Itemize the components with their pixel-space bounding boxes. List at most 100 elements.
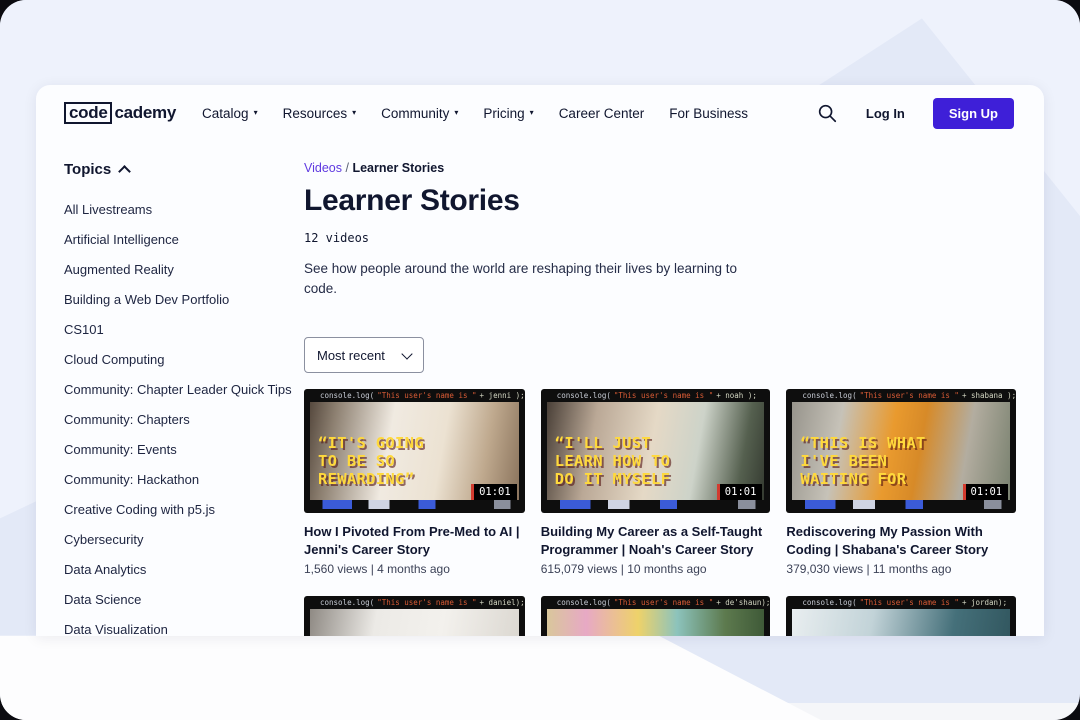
nav-item-pricing[interactable]: Pricing ▾	[483, 106, 533, 121]
code-string: "This user's name is "	[614, 598, 713, 607]
code-rest: + daniel);	[480, 598, 525, 607]
page-background: codecademy Catalog ▾ Resources ▾ Communi…	[0, 0, 1080, 720]
code-rest: + noah );	[716, 391, 757, 400]
breadcrumb-current: Learner Stories	[352, 161, 444, 175]
video-title[interactable]: Rediscovering My Passion With Coding | S…	[786, 523, 1016, 558]
thumbnail-code-line: console.log("This user's name is " + dani…	[304, 596, 525, 609]
thumbnail-quote-text: “I'LL JUST LEARN HOW TO DO IT MYSELF	[555, 434, 671, 488]
chevron-down-icon	[401, 348, 412, 359]
breadcrumb-separator: /	[345, 161, 348, 175]
sidebar-item-artificial-intelligence[interactable]: Artificial Intelligence	[64, 232, 304, 247]
chevron-down-icon: ▾	[352, 109, 356, 117]
sidebar-item-creative-coding-p5js[interactable]: Creative Coding with p5.js	[64, 502, 304, 517]
breadcrumb-videos-link[interactable]: Videos	[304, 161, 342, 175]
thumbnail-quote-text: “IT'S GOING TO BE SO REWARDING”	[318, 434, 424, 488]
sidebar-item-data-analytics[interactable]: Data Analytics	[64, 562, 304, 577]
sidebar-item-cloud-computing[interactable]: Cloud Computing	[64, 352, 304, 367]
video-card[interactable]: console.log("This user's name is "+ noah…	[541, 389, 771, 576]
video-card[interactable]: console.log("This user's name is "+ de's…	[541, 596, 771, 636]
thumbnail-photo	[547, 609, 765, 636]
sidebar-item-chapters[interactable]: Community: Chapters	[64, 412, 304, 427]
video-thumbnail[interactable]: console.log("This user's name is " + dani…	[304, 596, 525, 636]
video-card[interactable]: console.log("This user's name is "+ jenn…	[304, 389, 525, 576]
code-string: "This user's name is "	[377, 391, 476, 400]
video-thumbnail[interactable]: console.log("This user's name is "+ de's…	[541, 596, 771, 636]
video-thumbnail[interactable]: console.log("This user's name is "+ noah…	[541, 389, 771, 513]
code-rest: + de'shaun);	[716, 598, 770, 607]
code-fn: console.log(	[557, 598, 611, 607]
nav-item-resources[interactable]: Resources ▾	[283, 106, 357, 121]
topics-sidebar: Topics All Livestreams Artificial Intell…	[64, 161, 304, 636]
thumbnail-quote-text: “THIS IS WHAT I'VE BEEN WAITING FOR	[800, 434, 925, 488]
thumbnail-bottom-bar	[792, 500, 1010, 509]
sidebar-item-all-livestreams[interactable]: All Livestreams	[64, 202, 304, 217]
nav-item-label: Pricing	[483, 106, 524, 121]
code-string: "This user's name is "	[860, 598, 959, 607]
thumbnail-photo	[310, 609, 519, 636]
main-content: Videos / Learner Stories Learner Stories…	[304, 161, 1014, 636]
code-fn: console.log(	[320, 598, 374, 607]
codecademy-logo[interactable]: codecademy	[64, 102, 176, 124]
video-title[interactable]: Building My Career as a Self-Taught Prog…	[541, 523, 771, 558]
thumbnail-code-line: console.log( "This user's name is "+ jord…	[786, 596, 1016, 609]
signup-button[interactable]: Sign Up	[933, 98, 1014, 129]
chevron-down-icon: ▾	[530, 109, 534, 117]
video-thumbnail[interactable]: console.log( "This user's name is "+ jord…	[786, 596, 1016, 636]
page-title: Learner Stories	[304, 183, 1014, 219]
nav-item-catalog[interactable]: Catalog ▾	[202, 106, 258, 121]
sidebar-item-augmented-reality[interactable]: Augmented Reality	[64, 262, 304, 277]
search-icon[interactable]	[816, 102, 838, 124]
sidebar-item-chapter-leader-quick-tips[interactable]: Community: Chapter Leader Quick Tips	[64, 382, 304, 397]
thumbnail-photo: “IT'S GOING TO BE SO REWARDING” 01:01	[310, 402, 519, 500]
duration-badge: 01:01	[717, 484, 763, 500]
code-rest: + shabana );	[962, 391, 1016, 400]
sidebar-item-data-visualization[interactable]: Data Visualization	[64, 622, 304, 636]
chevron-down-icon: ▾	[454, 109, 458, 117]
nav-item-label: Resources	[283, 106, 348, 121]
sort-dropdown[interactable]: Most recent	[304, 337, 424, 373]
sidebar-item-cybersecurity[interactable]: Cybersecurity	[64, 532, 304, 547]
browser-content-card: codecademy Catalog ▾ Resources ▾ Communi…	[36, 85, 1044, 636]
sidebar-item-web-dev-portfolio[interactable]: Building a Web Dev Portfolio	[64, 292, 304, 307]
login-link[interactable]: Log In	[866, 106, 905, 121]
sort-dropdown-value: Most recent	[317, 348, 385, 363]
code-string: "This user's name is "	[377, 598, 476, 607]
nav-item-community[interactable]: Community ▾	[381, 106, 458, 121]
code-fn: console.log(	[557, 391, 611, 400]
nav-item-for-business[interactable]: For Business	[669, 106, 748, 121]
topics-heading-label: Topics	[64, 161, 111, 178]
sidebar-item-hackathon[interactable]: Community: Hackathon	[64, 472, 304, 487]
topics-heading[interactable]: Topics	[64, 161, 304, 178]
video-card[interactable]: console.log("This user's name is " + dani…	[304, 596, 525, 636]
nav-item-career-center[interactable]: Career Center	[559, 106, 645, 121]
video-card[interactable]: console.log("This user's name is "+ shab…	[786, 389, 1016, 576]
nav-item-label: For Business	[669, 106, 748, 121]
thumbnail-code-line: console.log("This user's name is "+ shab…	[786, 389, 1016, 402]
thumbnail-code-line: console.log("This user's name is "+ noah…	[541, 389, 771, 402]
video-title[interactable]: How I Pivoted From Pre-Med to AI | Jenni…	[304, 523, 525, 558]
sidebar-item-events[interactable]: Community: Events	[64, 442, 304, 457]
video-thumbnail[interactable]: console.log("This user's name is "+ shab…	[786, 389, 1016, 513]
nav-menu: Catalog ▾ Resources ▾ Community ▾ Pricin…	[202, 106, 748, 121]
duration-badge: 01:01	[471, 484, 517, 500]
code-fn: console.log(	[320, 391, 374, 400]
thumbnail-bottom-bar	[547, 500, 765, 509]
code-rest: + jordan);	[962, 598, 1007, 607]
code-fn: console.log(	[802, 598, 856, 607]
topics-list: All Livestreams Artificial Intelligence …	[64, 202, 304, 636]
code-string: "This user's name is "	[860, 391, 959, 400]
video-card[interactable]: console.log( "This user's name is "+ jord…	[786, 596, 1016, 636]
content-area: Topics All Livestreams Artificial Intell…	[36, 141, 1044, 636]
top-navbar: codecademy Catalog ▾ Resources ▾ Communi…	[36, 85, 1044, 141]
thumbnail-photo	[792, 609, 1010, 636]
logo-boxed-text: code	[64, 102, 112, 124]
nav-item-label: Career Center	[559, 106, 645, 121]
sidebar-item-data-science[interactable]: Data Science	[64, 592, 304, 607]
video-thumbnail[interactable]: console.log("This user's name is "+ jenn…	[304, 389, 525, 513]
nav-right-group: Log In Sign Up	[816, 98, 1014, 129]
video-meta: 379,030 views | 11 months ago	[786, 562, 1016, 576]
thumbnail-code-line: console.log("This user's name is "+ jenn…	[304, 389, 525, 402]
thumbnail-photo: “I'LL JUST LEARN HOW TO DO IT MYSELF 01:…	[547, 402, 765, 500]
video-grid: console.log("This user's name is "+ jenn…	[304, 389, 1014, 636]
sidebar-item-cs101[interactable]: CS101	[64, 322, 304, 337]
